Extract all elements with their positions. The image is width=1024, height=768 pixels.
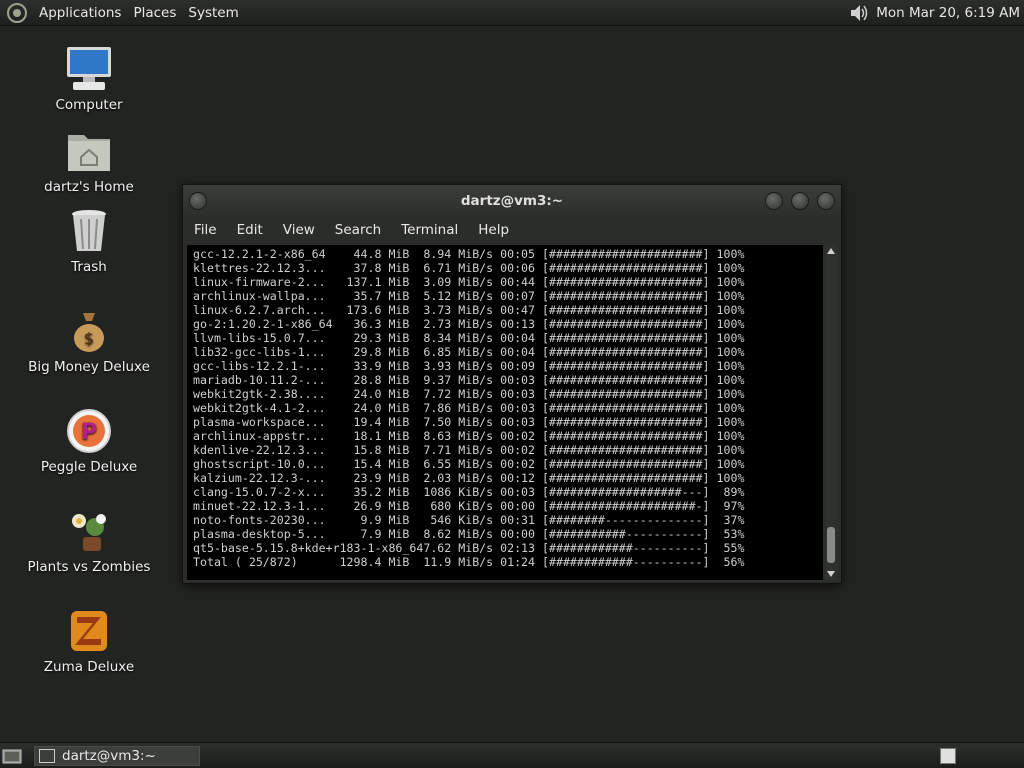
terminal-line: archlinux-wallpa... 35.7 MiB 5.12 MiB/s …: [193, 289, 745, 303]
terminal-line: ghostscript-10.0... 15.4 MiB 6.55 MiB/s …: [193, 457, 745, 471]
desktop-icon-big-money[interactable]: $ Big Money Deluxe: [14, 307, 164, 375]
terminal-line: llvm-libs-15.0.7... 29.3 MiB 8.34 MiB/s …: [193, 331, 745, 345]
home-folder-icon: [68, 135, 110, 171]
desktop-icon-peggle[interactable]: P Peggle Deluxe: [14, 407, 164, 475]
terminal-line: plasma-desktop-5... 7.9 MiB 8.62 MiB/s 0…: [193, 527, 745, 541]
menu-terminal[interactable]: Terminal: [394, 222, 465, 238]
svg-text:P: P: [81, 420, 97, 445]
minimize-button[interactable]: [765, 192, 783, 210]
top-panel: Applications Places System Mon Mar 20, 6…: [0, 0, 1024, 26]
terminal-output[interactable]: gcc-12.2.1-2-x86_64 44.8 MiB 8.94 MiB/s …: [187, 245, 823, 580]
places-menu[interactable]: Places: [127, 5, 182, 21]
peggle-icon: P: [67, 409, 111, 453]
terminal-line: webkit2gtk-2.38.... 24.0 MiB 7.72 MiB/s …: [193, 387, 745, 401]
money-bag-icon: $: [74, 313, 104, 352]
window-titlebar[interactable]: dartz@vm3:~: [183, 185, 841, 217]
terminal-text: gcc-12.2.1-2-x86_64 44.8 MiB 8.94 MiB/s …: [193, 247, 823, 569]
maximize-button[interactable]: [791, 192, 809, 210]
terminal-line: go-2:1.20.2-1-x86_64 36.3 MiB 2.73 MiB/s…: [193, 317, 745, 331]
gnome-foot-icon[interactable]: [6, 2, 28, 24]
window-menu-button[interactable]: [189, 192, 207, 210]
terminal-line: kalzium-22.12.3-... 23.9 MiB 2.03 MiB/s …: [193, 471, 745, 485]
close-button[interactable]: [817, 192, 835, 210]
clock[interactable]: Mon Mar 20, 6:19 AM: [870, 5, 1020, 21]
terminal-line: Total ( 25/872) 1298.4 MiB 11.9 MiB/s 01…: [193, 555, 745, 569]
computer-icon: [67, 47, 111, 90]
scroll-down-arrow-icon[interactable]: [827, 571, 835, 577]
terminal-line: gcc-12.2.1-2-x86_64 44.8 MiB 8.94 MiB/s …: [193, 247, 745, 261]
taskbar-button-terminal[interactable]: dartz@vm3:~: [34, 745, 200, 766]
terminal-line: minuet-22.12.3-1... 26.9 MiB 680 KiB/s 0…: [193, 499, 745, 513]
plants-icon: [72, 514, 106, 551]
terminal-line: klettres-22.12.3... 37.8 MiB 6.71 MiB/s …: [193, 261, 745, 275]
show-desktop-icon[interactable]: [2, 747, 22, 765]
desktop-icon-label: Zuma Deluxe: [43, 659, 135, 675]
menu-edit[interactable]: Edit: [230, 222, 270, 238]
desktop-icon-label: Peggle Deluxe: [40, 459, 138, 475]
terminal-line: lib32-gcc-libs-1... 29.8 MiB 6.85 MiB/s …: [193, 345, 745, 359]
desktop-icon-zuma[interactable]: Zuma Deluxe: [14, 607, 164, 675]
terminal-line: linux-6.2.7.arch... 173.6 MiB 3.73 MiB/s…: [193, 303, 745, 317]
taskbar-label: dartz@vm3:~: [62, 747, 156, 764]
applications-menu[interactable]: Applications: [33, 5, 127, 21]
desktop-icon-label: dartz's Home: [44, 179, 134, 195]
desktop-icon-computer[interactable]: Computer: [14, 45, 164, 113]
terminal-line: clang-15.0.7-2-x... 35.2 MiB 1086 KiB/s …: [193, 485, 745, 499]
menu-view[interactable]: View: [276, 222, 322, 238]
workspace-switcher[interactable]: [940, 747, 956, 764]
system-menu[interactable]: System: [182, 5, 244, 21]
zuma-icon: [71, 611, 107, 651]
terminal-scrollbar[interactable]: [825, 245, 837, 580]
window-title: dartz@vm3:~: [460, 193, 564, 209]
menu-search[interactable]: Search: [328, 222, 388, 238]
scroll-up-arrow-icon[interactable]: [827, 248, 835, 254]
terminal-window: dartz@vm3:~ File Edit View Search Termin…: [182, 184, 842, 584]
terminal-line: linux-firmware-2... 137.1 MiB 3.09 MiB/s…: [193, 275, 745, 289]
desktop-icon-trash[interactable]: Trash: [14, 207, 164, 275]
terminal-line: qt5-base-5.15.8+kde+r183-1-x86_647.62 Mi…: [193, 541, 745, 555]
terminal-icon: [39, 748, 55, 763]
desktop-icon-label: Computer: [55, 97, 123, 113]
desktop-icon-label: Big Money Deluxe: [28, 359, 150, 375]
trash-icon: [72, 210, 106, 251]
terminal-line: archlinux-appstr... 18.1 MiB 8.63 MiB/s …: [193, 429, 745, 443]
menu-file[interactable]: File: [187, 222, 224, 238]
terminal-line: noto-fonts-20230... 9.9 MiB 546 KiB/s 00…: [193, 513, 745, 527]
terminal-line: gcc-libs-12.2.1-... 33.9 MiB 3.93 MiB/s …: [193, 359, 745, 373]
terminal-line: mariadb-10.11.2-... 28.8 MiB 9.37 MiB/s …: [193, 373, 745, 387]
panel-tray: Mon Mar 20, 6:19 AM: [848, 3, 1024, 23]
scrollbar-thumb[interactable]: [827, 527, 835, 563]
volume-icon[interactable]: [848, 3, 870, 23]
menu-help[interactable]: Help: [471, 222, 516, 238]
terminal-line: webkit2gtk-4.1-2... 24.0 MiB 7.86 MiB/s …: [193, 401, 745, 415]
terminal-line: kdenlive-22.12.3... 15.8 MiB 7.71 MiB/s …: [193, 443, 745, 457]
terminal-menubar: File Edit View Search Terminal Help: [183, 217, 841, 243]
svg-text:$: $: [84, 329, 94, 348]
desktop-icon-label: Trash: [71, 259, 107, 275]
desktop-icon-plants-vs-zombies[interactable]: Plants vs Zombies: [14, 507, 164, 575]
terminal-line: plasma-workspace... 19.4 MiB 7.50 MiB/s …: [193, 415, 745, 429]
bottom-panel: dartz@vm3:~: [0, 742, 1024, 768]
desktop-icon-home[interactable]: dartz's Home: [14, 127, 164, 195]
desktop-icon-label: Plants vs Zombies: [27, 559, 151, 575]
